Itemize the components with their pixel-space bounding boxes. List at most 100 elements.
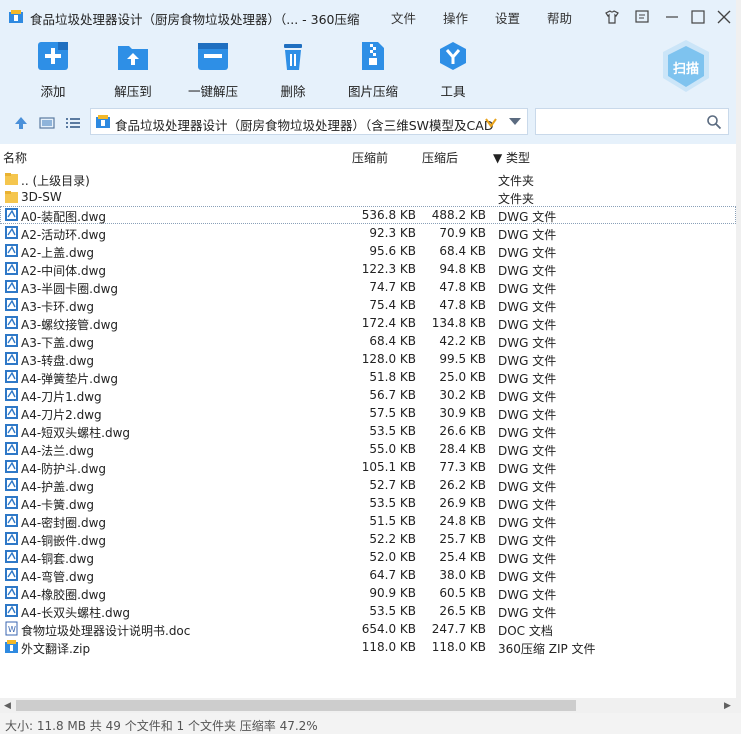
file-row[interactable]: A3-螺纹接管.dwg 172.4 KB 134.8 KB DWG 文件	[0, 314, 736, 332]
one-click-extract-label: 一键解压	[187, 84, 238, 99]
close-icon[interactable]	[715, 8, 733, 26]
add-button[interactable]: 添加	[21, 40, 85, 100]
search-icon[interactable]	[706, 114, 722, 130]
file-name: A2-上盖.dwg	[21, 246, 95, 260]
horizontal-scrollbar[interactable]: ◀ ▶	[0, 698, 736, 713]
view-detail-icon[interactable]	[39, 115, 55, 131]
view-list-icon[interactable]	[65, 115, 81, 131]
scroll-left-icon[interactable]: ◀	[4, 701, 11, 711]
file-type: DWG 文件	[498, 552, 557, 566]
tools-button[interactable]: 工具	[421, 40, 485, 100]
scan-button[interactable]: 扫描	[659, 38, 713, 94]
menu-help[interactable]: 帮助	[547, 8, 572, 27]
file-row[interactable]: A4-刀片2.dwg 57.5 KB 30.9 KB DWG 文件	[0, 404, 736, 422]
col-name[interactable]: 名称	[3, 149, 27, 166]
extract-to-button[interactable]: 解压到	[101, 40, 165, 100]
file-size-before: 92.3 KB	[369, 226, 416, 240]
col-after[interactable]: 压缩后	[422, 149, 458, 166]
file-name: A4-密封圈.dwg	[21, 516, 107, 530]
dwg-file-icon	[5, 406, 18, 419]
menu-file[interactable]: 文件	[391, 8, 416, 27]
col-before[interactable]: 压缩前	[352, 149, 388, 166]
image-compress-icon	[362, 42, 384, 70]
file-size-after: 134.8 KB	[431, 316, 486, 330]
one-click-extract-button[interactable]: 一键解压	[181, 40, 245, 100]
file-row[interactable]: A4-铜套.dwg 52.0 KB 25.4 KB DWG 文件	[0, 548, 736, 566]
file-size-before: 68.4 KB	[369, 334, 416, 348]
maximize-icon[interactable]	[689, 8, 707, 26]
file-row[interactable]: A2-中间体.dwg 122.3 KB 94.8 KB DWG 文件	[0, 260, 736, 278]
menu-operation[interactable]: 操作	[443, 8, 468, 27]
scroll-right-icon[interactable]: ▶	[724, 701, 731, 711]
scroll-thumb[interactable]	[16, 700, 576, 711]
image-compress-label: 图片压缩	[347, 84, 398, 99]
dwg-file-icon	[5, 586, 18, 599]
tools-label: 工具	[440, 84, 466, 99]
window-title: 食品垃圾处理器设计（厨房食物垃圾处理器）（... - 360压缩	[30, 12, 360, 27]
delete-button[interactable]: 删除	[261, 40, 325, 100]
file-name: A4-刀片2.dwg	[21, 408, 102, 422]
file-size-before: 53.5 KB	[369, 604, 416, 618]
file-size-before: 52.0 KB	[369, 550, 416, 564]
tools-icon	[440, 42, 466, 70]
file-row[interactable]: A3-转盘.dwg 128.0 KB 99.5 KB DWG 文件	[0, 350, 736, 368]
file-size-after: 24.8 KB	[439, 514, 486, 528]
file-size-after: 30.9 KB	[439, 406, 486, 420]
file-size-before: 172.4 KB	[361, 316, 416, 330]
file-row[interactable]: A4-护盖.dwg 52.7 KB 26.2 KB DWG 文件	[0, 476, 736, 494]
file-name: A3-半圆卡圈.dwg	[21, 282, 119, 296]
file-row[interactable]: W 食物垃圾处理器设计说明书.doc 654.0 KB 247.7 KB DOC 文档	[0, 620, 736, 638]
file-size-after: 26.6 KB	[439, 424, 486, 438]
file-row[interactable]: A3-下盖.dwg 68.4 KB 42.2 KB DWG 文件	[0, 332, 736, 350]
file-name: A3-螺纹接管.dwg	[21, 318, 119, 332]
file-row[interactable]: A4-密封圈.dwg 51.5 KB 24.8 KB DWG 文件	[0, 512, 736, 530]
file-size-before: 95.6 KB	[369, 244, 416, 258]
file-row[interactable]: A3-卡环.dwg 75.4 KB 47.8 KB DWG 文件	[0, 296, 736, 314]
file-row[interactable]: A4-卡簧.dwg 53.5 KB 26.9 KB DWG 文件	[0, 494, 736, 512]
col-type[interactable]: ▼ 类型	[493, 149, 530, 166]
delete-label: 删除	[280, 84, 306, 99]
file-name: 外文翻译.zip	[21, 642, 91, 656]
file-row[interactable]: A4-橡胶圈.dwg 90.9 KB 60.5 KB DWG 文件	[0, 584, 736, 602]
file-row[interactable]: A0-装配图.dwg 536.8 KB 488.2 KB DWG 文件	[0, 206, 736, 224]
menu-settings[interactable]: 设置	[495, 8, 520, 27]
vertical-scrollbar[interactable]	[736, 0, 741, 734]
feedback-icon[interactable]	[633, 8, 651, 26]
file-size-before: 75.4 KB	[369, 298, 416, 312]
address-dropdown-arrow[interactable]	[509, 118, 521, 125]
file-row[interactable]: A3-半圆卡圈.dwg 74.7 KB 47.8 KB DWG 文件	[0, 278, 736, 296]
folder-file-icon	[5, 173, 18, 185]
address-bar[interactable]: 食品垃圾处理器设计（厨房食物垃圾处理器）（含三维SW模型及CAD	[90, 108, 528, 135]
file-size-after: 118.0 KB	[431, 640, 486, 654]
dwg-file-icon	[5, 370, 18, 383]
file-row[interactable]: A4-刀片1.dwg 56.7 KB 30.2 KB DWG 文件	[0, 386, 736, 404]
file-row[interactable]: A2-活动环.dwg 92.3 KB 70.9 KB DWG 文件	[0, 224, 736, 242]
file-size-after: 38.0 KB	[439, 568, 486, 582]
file-size-after: 25.7 KB	[439, 532, 486, 546]
file-row[interactable]: A4-弯管.dwg 64.7 KB 38.0 KB DWG 文件	[0, 566, 736, 584]
image-compress-button[interactable]: 图片压缩	[341, 40, 405, 100]
file-name: A4-法兰.dwg	[21, 444, 95, 458]
one-click-extract-icon	[198, 43, 228, 70]
minimize-icon[interactable]	[663, 8, 681, 26]
file-row[interactable]: A4-铜嵌件.dwg 52.2 KB 25.7 KB DWG 文件	[0, 530, 736, 548]
file-row[interactable]: A4-弹簧垫片.dwg 51.8 KB 25.0 KB DWG 文件	[0, 368, 736, 386]
file-size-before: 56.7 KB	[369, 388, 416, 402]
file-type: DWG 文件	[498, 210, 557, 224]
file-row[interactable]: .. (上级目录) 文件夹	[0, 170, 736, 188]
skin-icon[interactable]	[603, 8, 621, 26]
dwg-file-icon	[5, 316, 18, 329]
file-size-before: 90.9 KB	[369, 586, 416, 600]
file-row[interactable]: A4-短双头螺柱.dwg 53.5 KB 26.6 KB DWG 文件	[0, 422, 736, 440]
search-input[interactable]	[535, 108, 729, 135]
file-row[interactable]: A4-防护斗.dwg 105.1 KB 77.3 KB DWG 文件	[0, 458, 736, 476]
file-row[interactable]: A2-上盖.dwg 95.6 KB 68.4 KB DWG 文件	[0, 242, 736, 260]
file-row[interactable]: 外文翻译.zip 118.0 KB 118.0 KB 360压缩 ZIP 文件	[0, 638, 736, 656]
file-row[interactable]: A4-法兰.dwg 55.0 KB 28.4 KB DWG 文件	[0, 440, 736, 458]
file-size-before: 64.7 KB	[369, 568, 416, 582]
file-row[interactable]: 3D-SW 文件夹	[0, 188, 736, 206]
file-row[interactable]: A4-长双头螺柱.dwg 53.5 KB 26.5 KB DWG 文件	[0, 602, 736, 620]
up-arrow-icon[interactable]	[13, 115, 29, 131]
column-header: 名称 压缩前 压缩后 ▼ 类型	[0, 146, 736, 166]
file-name: A2-中间体.dwg	[21, 264, 107, 278]
